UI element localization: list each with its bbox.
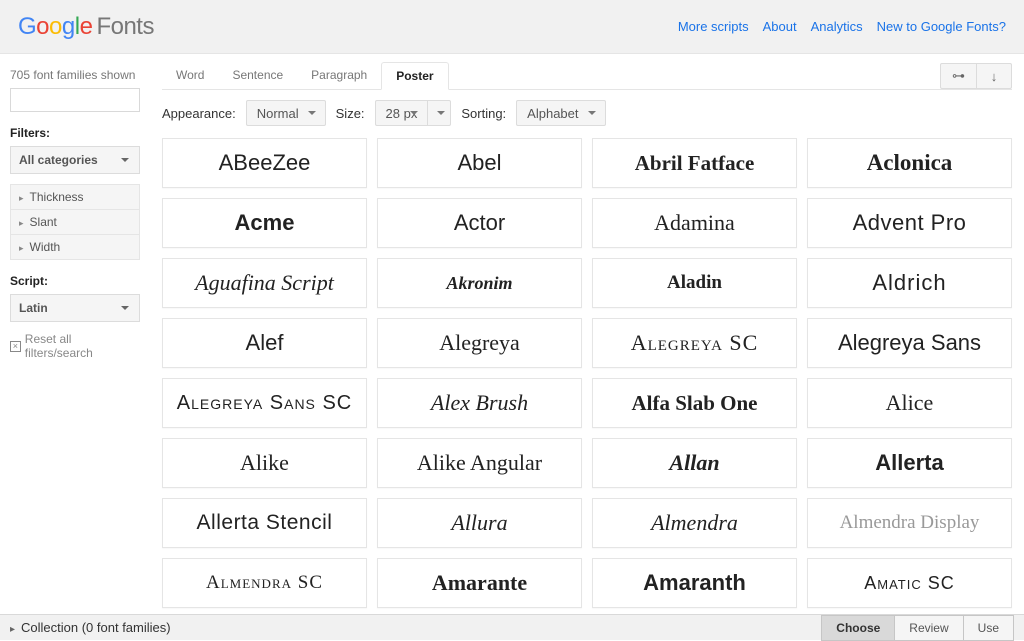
footer: Collection (0 font families) Choose Revi… xyxy=(0,614,1024,640)
collection-label[interactable]: Collection (0 font families) xyxy=(10,620,171,635)
tab-word[interactable]: Word xyxy=(162,62,218,89)
font-card[interactable]: Abril Fatface xyxy=(592,138,797,188)
font-card[interactable]: ABeeZee xyxy=(162,138,367,188)
link-new-to-fonts[interactable]: New to Google Fonts? xyxy=(877,19,1006,34)
font-card[interactable]: Alegreya SC xyxy=(592,318,797,368)
font-card[interactable]: Aladin xyxy=(592,258,797,308)
filters-heading: Filters: xyxy=(10,126,140,140)
link-analytics[interactable]: Analytics xyxy=(811,19,863,34)
controls: Appearance: Normal Size: 28 px Sorting: … xyxy=(162,90,1012,138)
script-dropdown[interactable]: Latin xyxy=(10,294,140,322)
logo[interactable]: GoogleFonts xyxy=(18,13,154,41)
font-card[interactable]: Advent Pro xyxy=(807,198,1012,248)
font-card[interactable]: Alex Brush xyxy=(377,378,582,428)
font-grid: ABeeZeeAbelAbril FatfaceAclonica AcmeActo… xyxy=(162,138,1012,608)
tab-sentence[interactable]: Sentence xyxy=(218,62,297,89)
categories-dropdown[interactable]: All categories xyxy=(10,146,140,174)
filter-width[interactable]: Width xyxy=(11,235,139,259)
font-card[interactable]: Almendra Display xyxy=(807,498,1012,548)
font-card[interactable]: Allura xyxy=(377,498,582,548)
view-options: ⊶ ↓ xyxy=(940,63,1012,89)
font-card[interactable]: Alef xyxy=(162,318,367,368)
font-card[interactable]: Alike Angular xyxy=(377,438,582,488)
font-card[interactable]: Alfa Slab One xyxy=(592,378,797,428)
search-input[interactable] xyxy=(10,88,140,112)
font-card[interactable]: Alice xyxy=(807,378,1012,428)
link-about[interactable]: About xyxy=(763,19,797,34)
download-icon[interactable]: ↓ xyxy=(976,63,1012,89)
family-count: 705 font families shown xyxy=(10,68,140,82)
font-card[interactable]: Almendra SC xyxy=(162,558,367,608)
link-icon[interactable]: ⊶ xyxy=(940,63,976,89)
footer-buttons: Choose Review Use xyxy=(822,615,1014,641)
font-card[interactable]: Amaranth xyxy=(592,558,797,608)
font-card[interactable]: Adamina xyxy=(592,198,797,248)
font-card[interactable]: Aldrich xyxy=(807,258,1012,308)
font-card[interactable]: Aclonica xyxy=(807,138,1012,188)
reset-filters[interactable]: × Reset all filters/search xyxy=(10,332,140,360)
size-stepper[interactable] xyxy=(428,100,451,126)
reset-label: Reset all filters/search xyxy=(25,332,140,360)
font-card[interactable]: Allan xyxy=(592,438,797,488)
filter-thickness[interactable]: Thickness xyxy=(11,185,139,210)
use-button[interactable]: Use xyxy=(963,615,1014,641)
review-button[interactable]: Review xyxy=(894,615,963,641)
font-card[interactable]: Alike xyxy=(162,438,367,488)
tab-paragraph[interactable]: Paragraph xyxy=(297,62,381,89)
font-card[interactable]: Aguafina Script xyxy=(162,258,367,308)
link-more-scripts[interactable]: More scripts xyxy=(678,19,749,34)
font-card[interactable]: Almendra xyxy=(592,498,797,548)
font-card[interactable]: Alegreya Sans xyxy=(807,318,1012,368)
size-label: Size: xyxy=(336,106,365,121)
appearance-select[interactable]: Normal xyxy=(246,100,326,126)
sorting-label: Sorting: xyxy=(461,106,506,121)
close-icon: × xyxy=(10,341,21,352)
font-card[interactable]: Allerta Stencil xyxy=(162,498,367,548)
header: GoogleFonts More scripts About Analytics… xyxy=(0,0,1024,54)
tab-poster[interactable]: Poster xyxy=(381,62,448,90)
logo-product: Fonts xyxy=(96,13,154,40)
font-card[interactable]: Amarante xyxy=(377,558,582,608)
tabs-row: WordSentenceParagraphPoster ⊶ ↓ xyxy=(162,54,1012,90)
font-card[interactable]: Akronim xyxy=(377,258,582,308)
font-card[interactable]: Actor xyxy=(377,198,582,248)
filter-accordion: Thickness Slant Width xyxy=(10,184,140,260)
font-card[interactable]: Abel xyxy=(377,138,582,188)
filter-slant[interactable]: Slant xyxy=(11,210,139,235)
sorting-select[interactable]: Alphabet xyxy=(516,100,605,126)
sidebar: 705 font families shown Filters: All cat… xyxy=(0,54,150,614)
font-card[interactable]: Alegreya xyxy=(377,318,582,368)
choose-button[interactable]: Choose xyxy=(821,615,895,641)
font-card[interactable]: Allerta xyxy=(807,438,1012,488)
content: WordSentenceParagraphPoster ⊶ ↓ Appearan… xyxy=(150,54,1024,614)
size-value[interactable]: 28 px xyxy=(375,100,429,126)
font-card[interactable]: Amatic SC xyxy=(807,558,1012,608)
font-card[interactable]: Acme xyxy=(162,198,367,248)
font-card[interactable]: Alegreya Sans SC xyxy=(162,378,367,428)
script-heading: Script: xyxy=(10,274,140,288)
appearance-label: Appearance: xyxy=(162,106,236,121)
header-links: More scripts About Analytics New to Goog… xyxy=(678,19,1006,34)
